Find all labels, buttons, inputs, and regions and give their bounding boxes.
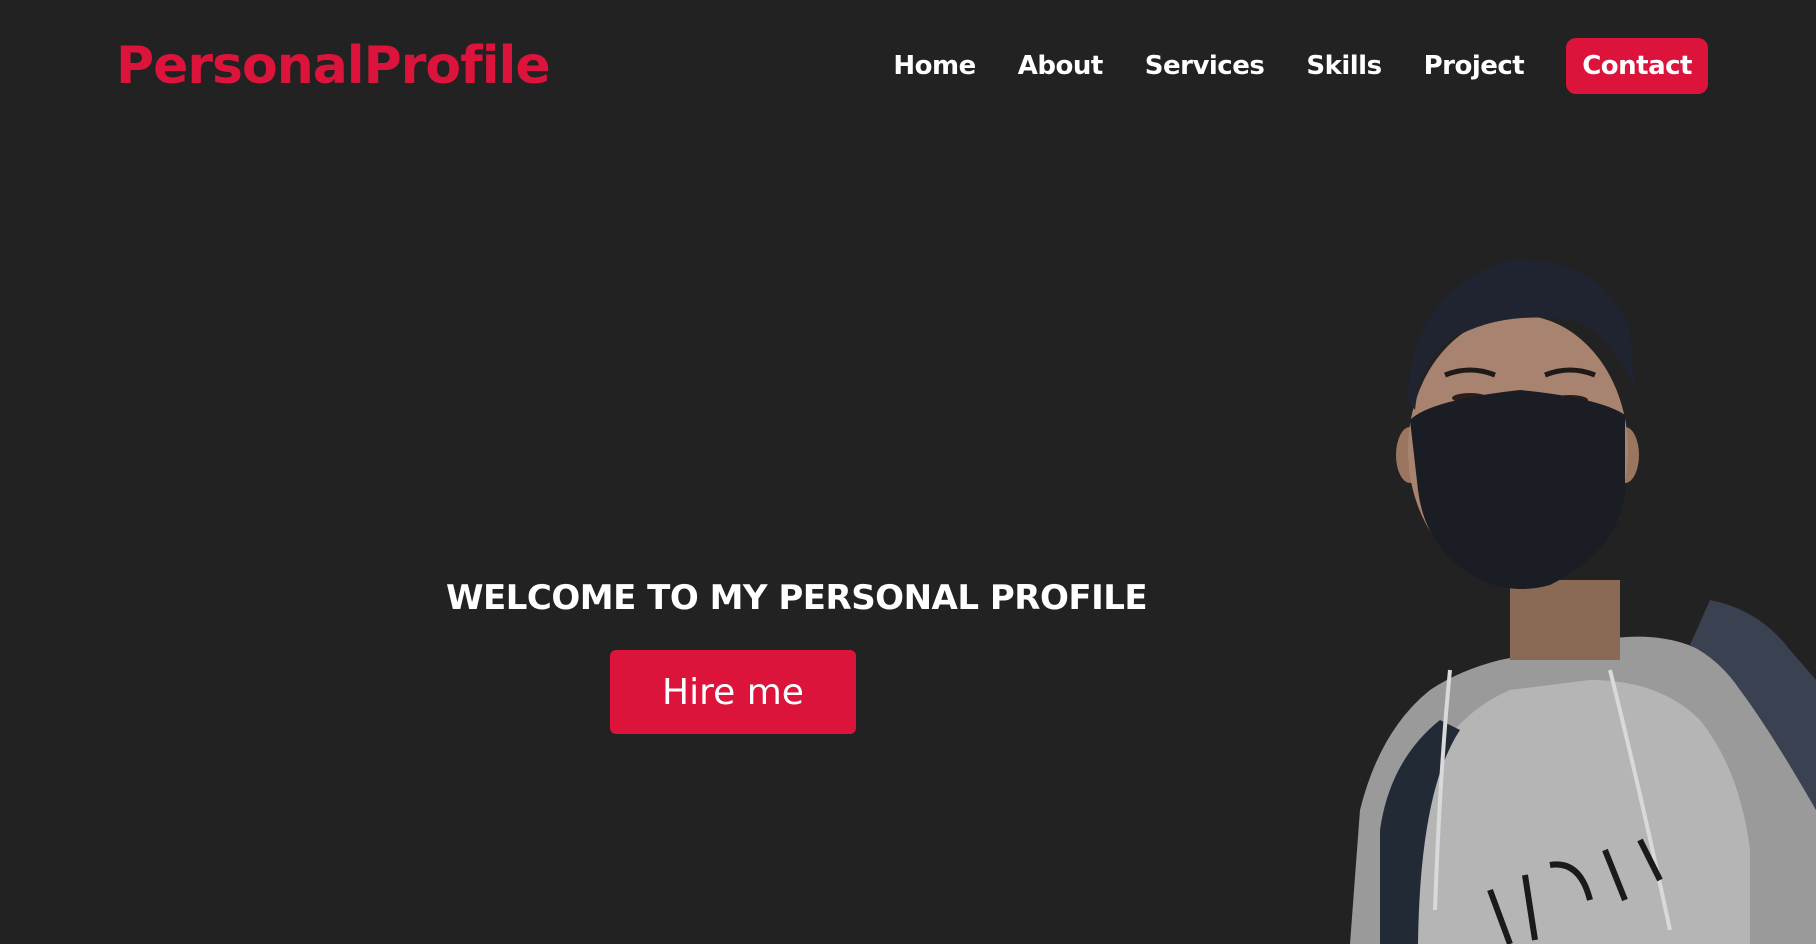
main-nav: Home About Services Skills Project Conta…	[851, 38, 1708, 94]
nav-item-contact[interactable]: Contact	[1566, 38, 1708, 94]
nav-item-project[interactable]: Project	[1424, 51, 1525, 81]
nav-item-home[interactable]: Home	[893, 51, 976, 81]
profile-photo	[1350, 259, 1816, 944]
nav-item-services[interactable]: Services	[1145, 51, 1265, 81]
page: PersonalProfile Home About Services Skil…	[0, 0, 1816, 944]
hero-title: WELCOME TO MY PERSONAL PROFILE	[446, 578, 1148, 618]
hire-me-button[interactable]: Hire me	[610, 650, 856, 734]
brand-logo[interactable]: PersonalProfile	[116, 36, 551, 96]
nav-item-skills[interactable]: Skills	[1306, 51, 1382, 81]
nav-item-about[interactable]: About	[1018, 51, 1104, 81]
